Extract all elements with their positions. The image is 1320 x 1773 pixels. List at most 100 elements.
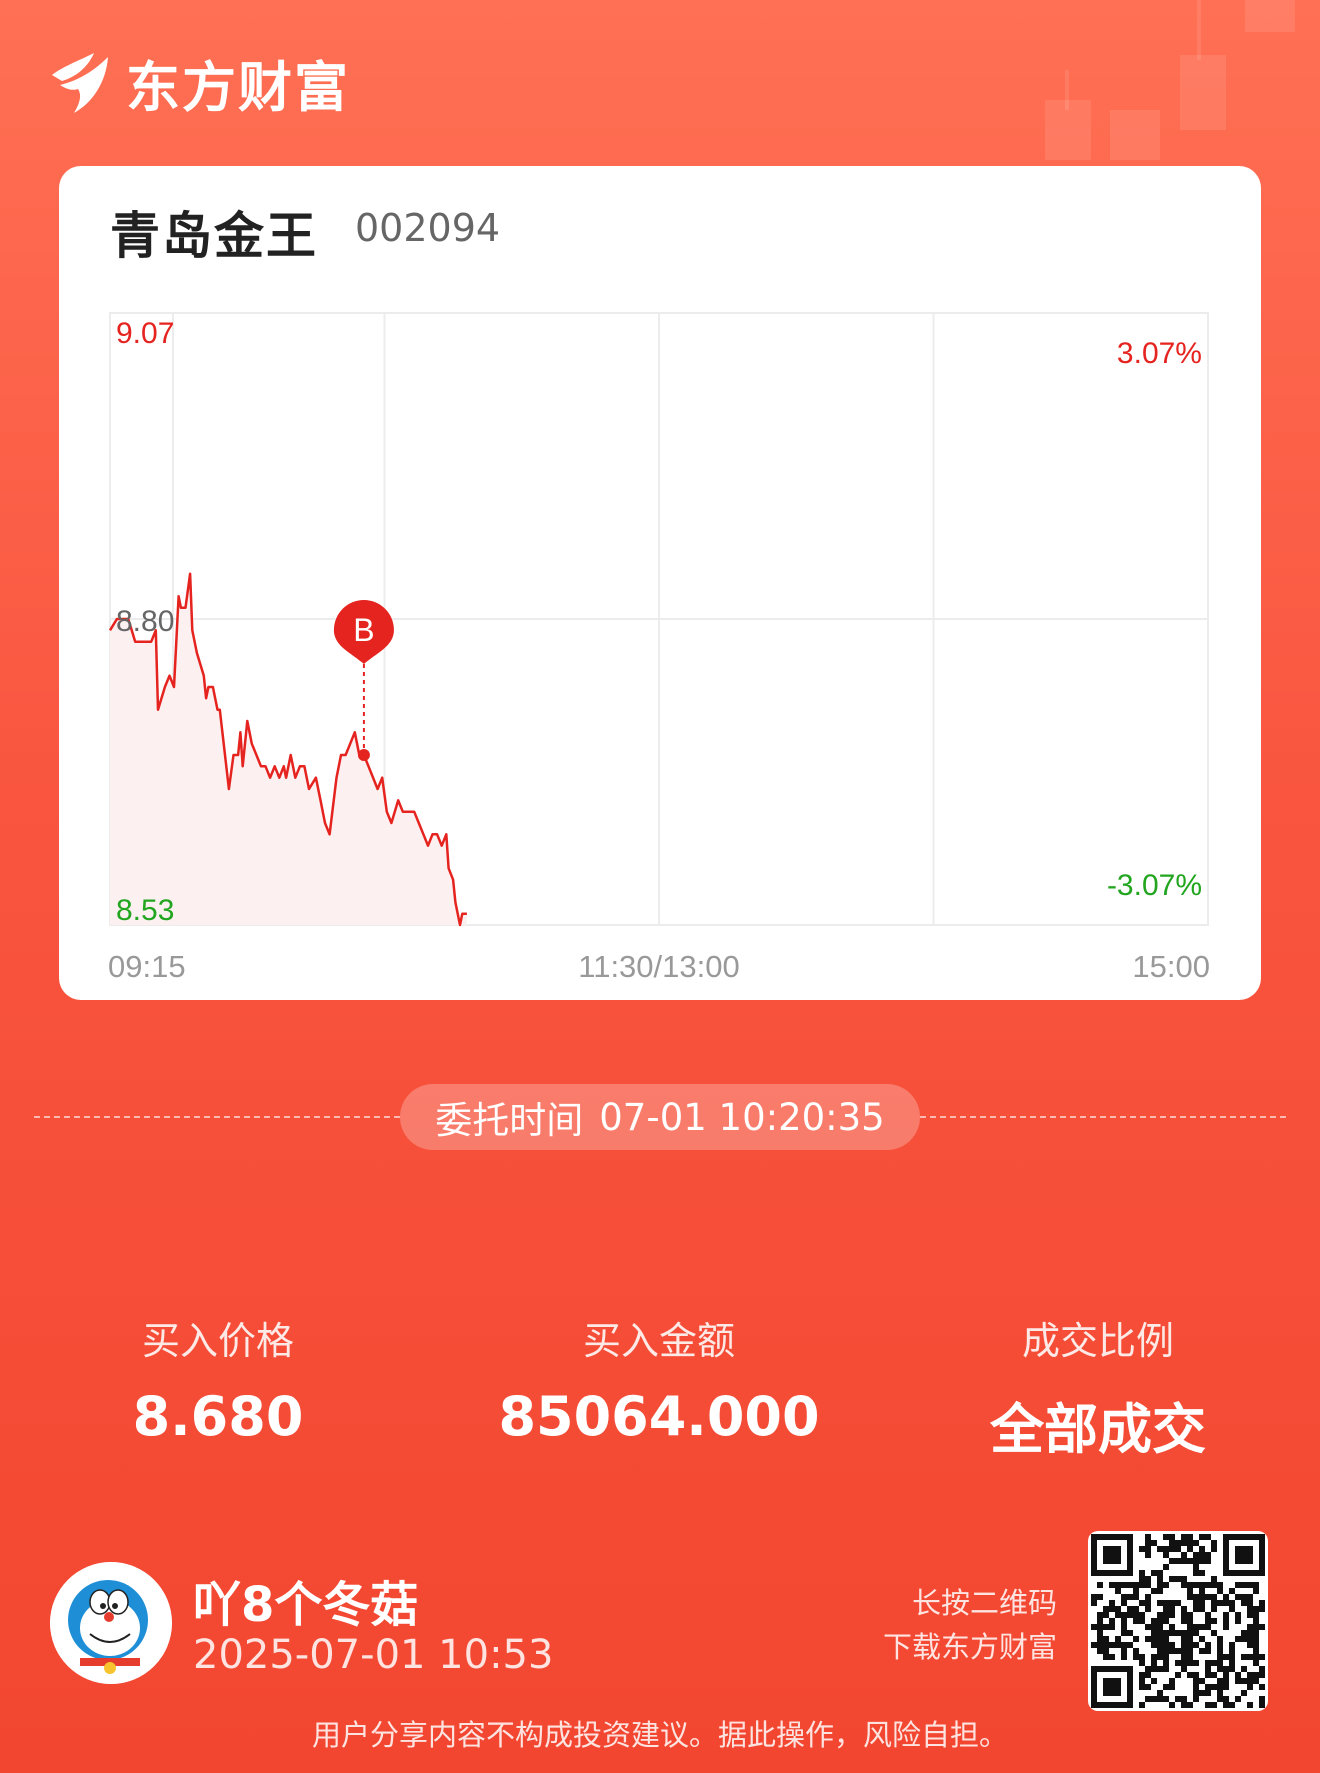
qr-module — [1241, 1636, 1247, 1642]
qr-module — [1151, 1588, 1157, 1594]
qr-module — [1235, 1678, 1241, 1684]
qr-module — [1217, 1600, 1223, 1606]
qr-module — [1187, 1618, 1193, 1624]
qr-module — [1157, 1654, 1163, 1660]
qr-module — [1169, 1612, 1175, 1618]
qr-module — [1157, 1546, 1163, 1552]
qr-module — [1157, 1690, 1163, 1696]
qr-module — [1205, 1618, 1211, 1624]
qr-module — [1181, 1696, 1187, 1702]
qr-module — [1127, 1630, 1133, 1636]
qr-module — [1121, 1600, 1127, 1606]
qr-module — [1211, 1600, 1217, 1606]
qr-module — [1193, 1624, 1199, 1630]
qr-module — [1187, 1624, 1193, 1630]
qr-module — [1217, 1636, 1223, 1642]
qr-module — [1193, 1600, 1199, 1606]
qr-module — [1169, 1624, 1175, 1630]
qr-module — [1247, 1600, 1253, 1606]
share-time: 2025-07-01 10:53 — [193, 1632, 554, 1678]
qr-code[interactable] — [1088, 1531, 1268, 1711]
qr-module — [1211, 1606, 1217, 1612]
qr-module — [1169, 1630, 1175, 1636]
qr-module — [1235, 1612, 1241, 1618]
qr-module — [1253, 1636, 1259, 1642]
qr-module — [1163, 1612, 1169, 1618]
bg-candle-1 — [1245, 0, 1295, 32]
qr-module — [1205, 1666, 1211, 1672]
qr-module — [1187, 1582, 1193, 1588]
divider-left — [34, 1116, 400, 1118]
qr-module — [1151, 1660, 1157, 1666]
qr-module — [1223, 1702, 1229, 1708]
qr-code-image — [1091, 1534, 1265, 1708]
qr-module — [1235, 1582, 1241, 1588]
qr-module — [1229, 1642, 1235, 1648]
qr-module — [1175, 1696, 1181, 1702]
qr-module — [1199, 1678, 1205, 1684]
qr-module — [1109, 1606, 1115, 1612]
qr-module — [1181, 1666, 1187, 1672]
qr-module — [1253, 1660, 1259, 1666]
qr-module — [1151, 1696, 1157, 1702]
qr-module — [1193, 1672, 1199, 1678]
trade-marker-label: B — [353, 612, 374, 648]
qr-module — [1187, 1654, 1193, 1660]
qr-module — [1127, 1594, 1133, 1600]
x-label-open: 09:15 — [108, 949, 186, 984]
brand-logo-icon — [52, 53, 108, 113]
qr-module — [1199, 1534, 1205, 1540]
qr-module — [1223, 1666, 1229, 1672]
qr-module — [1097, 1624, 1103, 1630]
qr-module — [1199, 1606, 1205, 1612]
qr-module — [1145, 1540, 1151, 1546]
qr-module — [1223, 1684, 1229, 1690]
qr-module — [1223, 1696, 1229, 1702]
qr-module — [1187, 1612, 1193, 1618]
qr-module — [1217, 1684, 1223, 1690]
qr-module — [1247, 1612, 1253, 1618]
bg-wick-2 — [1065, 70, 1069, 110]
qr-module — [1091, 1594, 1097, 1600]
qr-module — [1175, 1540, 1181, 1546]
qr-module — [1247, 1606, 1253, 1612]
qr-module — [1151, 1630, 1157, 1636]
qr-module — [1259, 1672, 1265, 1678]
qr-module — [1241, 1690, 1247, 1696]
qr-module — [1169, 1576, 1175, 1582]
qr-module — [1175, 1630, 1181, 1636]
qr-module — [1187, 1636, 1193, 1642]
qr-module — [1127, 1606, 1133, 1612]
stat-label: 买入金额 — [582, 1319, 735, 1363]
qr-module — [1259, 1666, 1265, 1672]
qr-module — [1253, 1582, 1259, 1588]
qr-module — [1169, 1558, 1175, 1564]
qr-module — [1253, 1642, 1259, 1648]
qr-module — [1187, 1660, 1193, 1666]
order-time-pill: 委托时间 07-01 10:20:35 — [400, 1084, 920, 1150]
y-label-bottom: 8.53 — [116, 894, 174, 927]
qr-module — [1199, 1594, 1205, 1600]
qr-module — [1097, 1618, 1103, 1624]
qr-module — [1205, 1660, 1211, 1666]
qr-module — [1253, 1606, 1259, 1612]
qr-module — [1157, 1642, 1163, 1648]
qr-module — [1211, 1576, 1217, 1582]
qr-module — [1217, 1654, 1223, 1660]
qr-module — [1127, 1612, 1133, 1618]
avatar[interactable] — [50, 1562, 172, 1684]
order-time-label: 委托时间 — [435, 1099, 584, 1142]
qr-module — [1097, 1636, 1103, 1642]
qr-module — [1139, 1618, 1145, 1624]
qr-module — [1169, 1678, 1175, 1684]
order-time-value: 07-01 10:20:35 — [599, 1095, 885, 1139]
qr-module — [1175, 1546, 1181, 1552]
qr-module — [1241, 1654, 1247, 1660]
qr-module — [1259, 1606, 1265, 1612]
qr-module — [1097, 1630, 1103, 1636]
qr-module — [1163, 1546, 1169, 1552]
qr-module — [1181, 1648, 1187, 1654]
qr-module — [1253, 1612, 1259, 1618]
qr-module — [1169, 1546, 1175, 1552]
qr-module — [1151, 1678, 1157, 1684]
